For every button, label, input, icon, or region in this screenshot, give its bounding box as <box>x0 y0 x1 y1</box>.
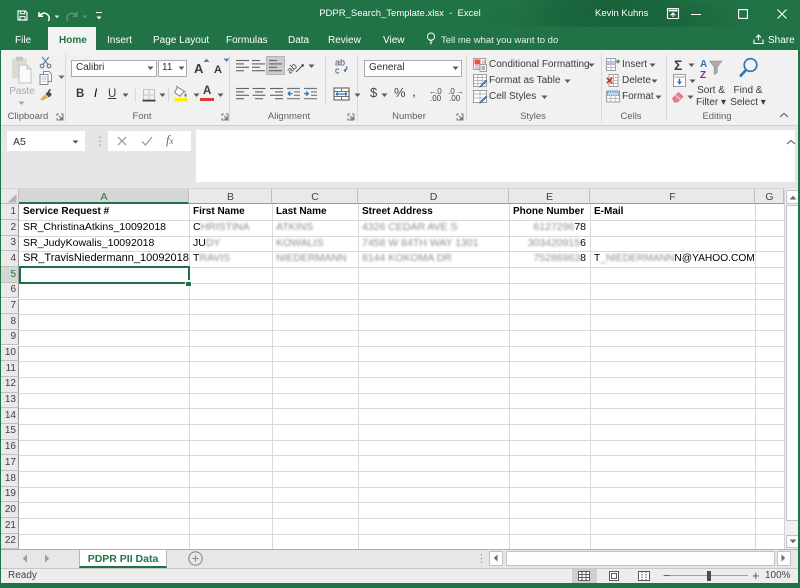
svg-text:c: c <box>335 66 340 76</box>
svg-text:.00: .00 <box>449 94 461 103</box>
svg-text:.00: .00 <box>430 94 442 103</box>
svg-text:A: A <box>700 59 707 70</box>
svg-text:Z: Z <box>700 70 706 81</box>
